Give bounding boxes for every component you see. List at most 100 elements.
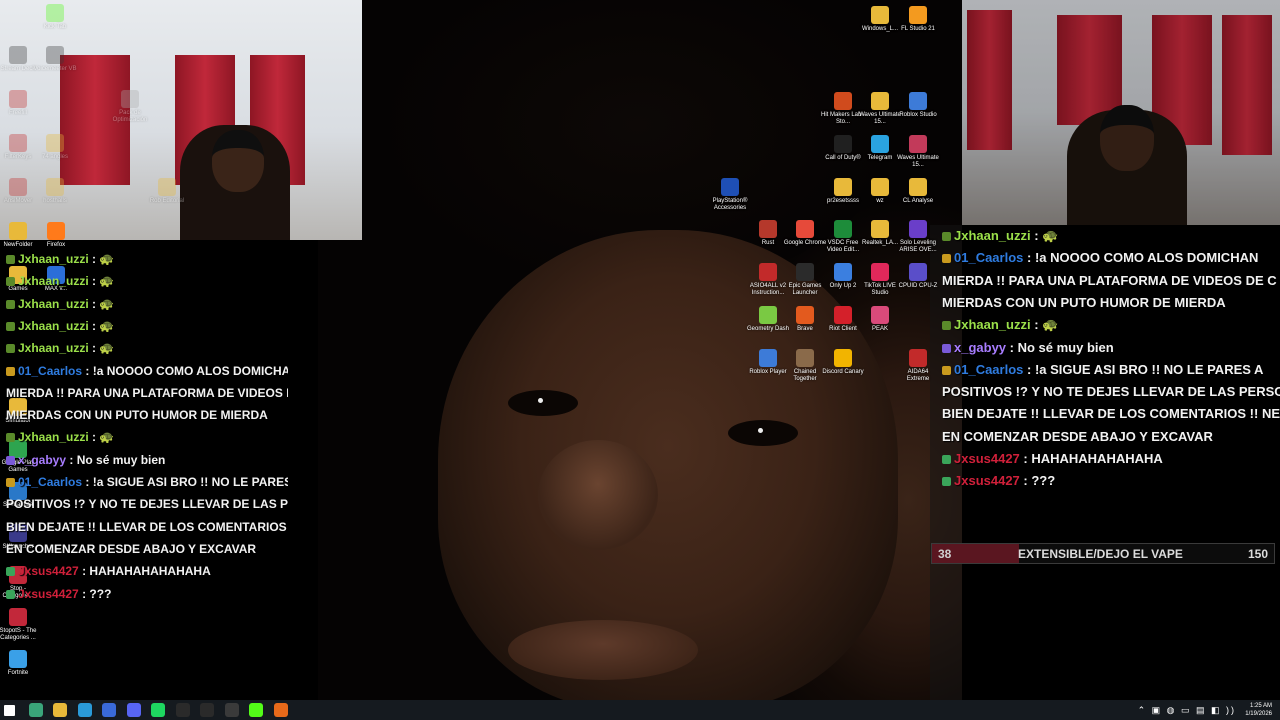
chat-username: Jxhaan_uzzi bbox=[18, 296, 89, 311]
desktop-icon-label: PlayStation® Accessories bbox=[712, 198, 748, 211]
chat-badge-icon bbox=[6, 589, 15, 599]
chat-badge-icon bbox=[6, 255, 15, 264]
chat-text: !a SIGUE ASI BRO !! NO LE PARES bbox=[92, 475, 288, 489]
chat-message: 01_Caarlos : !a NOOOO COMO ALOS DOMICHAN bbox=[942, 250, 1280, 265]
only-up-2-icon bbox=[834, 263, 852, 281]
desktop-icon-label: Pack de Optimización bbox=[112, 110, 148, 123]
desktop-icon-label: Waves Ultimate 15... bbox=[897, 155, 939, 168]
chat-message: Jxhaan_uzzi : 🐢 bbox=[942, 228, 1280, 244]
desktop-icon-voicemeeter-vb[interactable]: Voicemeeter VB bbox=[33, 46, 77, 73]
74-angles-icon bbox=[46, 134, 64, 152]
clock-time: 1:25 AM bbox=[1249, 703, 1272, 709]
desktop-icon-peak[interactable]: PEAK bbox=[858, 306, 902, 333]
chat-message: POSITIVOS !? Y NO TE DEJES LLEVAR DE LAS… bbox=[6, 497, 288, 511]
chat-message: 01_Caarlos : !a SIGUE ASI BRO !! NO LE P… bbox=[942, 362, 1280, 377]
chat-username: Jxhaan_uzzi bbox=[954, 228, 1031, 243]
file-explorer-icon[interactable] bbox=[53, 703, 67, 717]
chat-text: ??? bbox=[89, 586, 112, 601]
chat-badge-icon bbox=[942, 477, 951, 487]
app-dark-icon[interactable] bbox=[200, 703, 214, 717]
desktop-icon-label: Firefox bbox=[46, 242, 66, 248]
brave-icon bbox=[796, 306, 814, 324]
chat-text: EN COMENZAR DESDE ABAJO Y EXCAVAR bbox=[942, 428, 1213, 444]
desktop-icon-label: Voicemeeter VB bbox=[33, 66, 77, 72]
desktop-icon-hosthalls[interactable]: hosthalls bbox=[33, 178, 77, 205]
desktop-icon-freefill[interactable]: Freefill bbox=[0, 90, 40, 117]
desktop-icon-playstation-accessories[interactable]: PlayStation® Accessories bbox=[708, 178, 752, 212]
chat-username: Jxsus4427 bbox=[18, 586, 79, 601]
desktop-icon-label: Freefill bbox=[8, 110, 27, 116]
desktop-icon-74-angles[interactable]: 74 angles bbox=[33, 134, 77, 161]
chat-badge-icon bbox=[942, 254, 951, 264]
chat-username: Jxhaan_uzzi bbox=[954, 317, 1031, 333]
chat-text: MIERDAS CON UN PUTO HUMOR DE MIERDA bbox=[942, 294, 1226, 310]
goal-progress-bar: 38 EXTENSIBLE/DEJO EL VAPE 150 bbox=[931, 543, 1275, 564]
desktop-icon-fortnite[interactable]: Fortnite bbox=[0, 650, 40, 677]
start-icon[interactable] bbox=[4, 705, 15, 716]
desktop-icon-fl-studio-21[interactable]: FL Studio 21 bbox=[896, 6, 940, 33]
hit-makers-lab-sto-icon bbox=[834, 92, 852, 110]
desktop-icon-pack-de-optimizaci-n[interactable]: Pack de Optimización bbox=[108, 90, 152, 124]
chat-username: Jxhaan_uzzi bbox=[18, 252, 89, 266]
chat-text: No sé muy bien bbox=[1017, 339, 1114, 355]
pr2esetssss-icon bbox=[834, 178, 852, 196]
chat-badge-icon bbox=[6, 344, 15, 354]
asio4all-v2-instruction-icon bbox=[759, 263, 777, 281]
goal-target: 150 bbox=[1247, 547, 1268, 561]
desktop-icon-label: Fortnite bbox=[7, 670, 29, 676]
chat-text: !a NOOOO COMO ALOS DOMICHAN bbox=[92, 363, 288, 378]
discord-canary-icon bbox=[834, 349, 852, 367]
stopots-the-categories-icon bbox=[9, 608, 27, 626]
system-tray-icons[interactable]: ⌃ ▣ ◍ ▭ ▤ ◧ )) bbox=[1138, 705, 1236, 716]
desktop-icon-kick-tab[interactable]: Kick Tab bbox=[33, 4, 77, 31]
chat-username: Jxhaan_uzzi bbox=[18, 430, 89, 445]
desktop-icon-stopots-the-categories[interactable]: StopotS - The Categories ... bbox=[0, 608, 40, 642]
terminal-icon[interactable] bbox=[28, 703, 43, 717]
chat-username: Jxhaan_uzzi bbox=[18, 318, 89, 333]
chat-text: HAHAHAHAHAHAHA bbox=[1031, 451, 1163, 466]
chat-message: BIEN DEJATE !! LLEVAR DE LOS COMENTARIOS… bbox=[942, 406, 1280, 421]
obs-icon[interactable] bbox=[224, 703, 239, 717]
tiktok-live-studio-icon bbox=[871, 263, 889, 281]
desktop-icon-solo-leveling-arise-ove[interactable]: Solo Leveling ARISE OVE... bbox=[896, 220, 940, 254]
right-eye bbox=[728, 420, 798, 446]
chat-text: MIERDA !! PARA UNA PLATAFORMA DE VIDEOS … bbox=[942, 272, 1277, 288]
chat-text: 🐢 bbox=[99, 274, 115, 289]
chat-message: Jxsus4427 : ??? bbox=[6, 587, 288, 601]
goal-label: EXTENSIBLE/DEJO EL VAPE bbox=[1018, 547, 1183, 561]
app-orange-icon[interactable] bbox=[273, 703, 288, 717]
desktop-icon-discord-canary[interactable]: Discord Canary bbox=[821, 349, 865, 376]
chat-text: 🐢 bbox=[99, 318, 115, 333]
riot-client-icon bbox=[834, 306, 852, 324]
desktop-icon-label: Solo Leveling ARISE OVE... bbox=[899, 240, 937, 253]
chat-message: EN COMENZAR DESDE ABAJO Y EXCAVAR bbox=[942, 429, 1280, 444]
facecam-mouth bbox=[508, 620, 698, 680]
chat-badge-icon bbox=[942, 232, 951, 241]
chat-message: 01_Caarlos : !a SIGUE ASI BRO !! NO LE P… bbox=[6, 475, 288, 489]
fl-studio-21-icon bbox=[909, 6, 927, 24]
desktop-icon-rob-editorial[interactable]: Rob Editorial bbox=[145, 178, 189, 205]
desktop-icon-cl-analyse[interactable]: CL Analyse bbox=[896, 178, 940, 205]
chat-text: 🐢 bbox=[99, 252, 115, 266]
kick-icon[interactable] bbox=[249, 703, 263, 717]
chat-message: BIEN DEJATE !! LLEVAR DE LOS COMENTARIOS… bbox=[6, 520, 288, 534]
chat-text: No sé muy bien bbox=[76, 452, 166, 467]
edge-icon[interactable] bbox=[77, 703, 92, 717]
desktop-icon-firefox[interactable]: Firefox bbox=[34, 222, 78, 249]
spotify-icon[interactable] bbox=[151, 703, 165, 717]
facecam-nose bbox=[538, 440, 658, 550]
desktop-icon-cpuid-cpu-z[interactable]: CPUID CPU-Z bbox=[896, 263, 940, 290]
discord-icon[interactable] bbox=[126, 703, 141, 717]
kick-tab-icon bbox=[46, 4, 64, 22]
chat-text: !a NOOOO COMO ALOS DOMICHAN bbox=[1034, 250, 1259, 266]
app-blue-icon[interactable] bbox=[102, 703, 116, 717]
desktop-icon-aida64-extreme[interactable]: AIDA64 Extreme bbox=[896, 349, 940, 383]
desktop-icon-label: AIDA64 Extreme bbox=[906, 369, 930, 382]
desktop-icon-label: PEAK bbox=[871, 326, 888, 332]
desktop-icon-roblox-studio[interactable]: Roblox Studio bbox=[896, 92, 940, 119]
desktop-icon-waves-ultimate-15[interactable]: Waves Ultimate 15... bbox=[896, 135, 940, 169]
clock[interactable]: 1:25 AM 1/19/2026 bbox=[1245, 702, 1272, 718]
chat-message: Jxsus4427 : HAHAHAHAHAHAHA bbox=[6, 564, 288, 578]
chat-text: MIERDAS CON UN PUTO HUMOR DE MIERDA bbox=[6, 408, 268, 423]
media-icon[interactable] bbox=[175, 703, 190, 717]
